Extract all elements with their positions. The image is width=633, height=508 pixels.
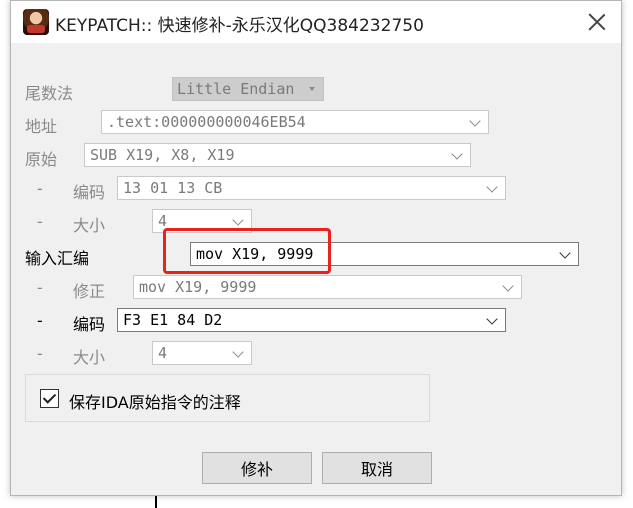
- chevron-down-icon[interactable]: [486, 313, 498, 325]
- fixup-label: 修正: [73, 282, 106, 301]
- chevron-down-icon[interactable]: [559, 247, 571, 259]
- address-label: 地址: [25, 117, 58, 136]
- fixup-value: mov X19, 9999: [139, 278, 257, 296]
- new-encoding-label: 编码: [73, 315, 106, 334]
- original-label: 原始: [25, 150, 58, 169]
- options-group: 保存IDA原始指令的注释: [25, 374, 430, 422]
- original-combo: SUB X19, X8, X19: [84, 143, 471, 167]
- chevron-down-icon: [486, 181, 498, 193]
- highlight-annotation: [163, 228, 331, 274]
- new-size-dash: -: [37, 344, 43, 363]
- address-value: .text:000000000046EB54: [107, 113, 306, 131]
- save-comment-label[interactable]: 保存IDA原始指令的注释: [69, 389, 241, 413]
- new-encoding-dash: -: [37, 311, 43, 330]
- close-icon[interactable]: [587, 12, 607, 32]
- orig-size-label: 大小: [73, 216, 106, 235]
- app-avatar-icon: [23, 9, 49, 35]
- patch-button[interactable]: 修补: [202, 452, 312, 484]
- chevron-down-icon: [502, 280, 514, 292]
- title-bar: KEYPATCH:: 快速修补-永乐汉化QQ384232750: [11, 1, 621, 43]
- chevron-down-icon: [232, 214, 244, 226]
- chevron-down-icon: [451, 148, 463, 160]
- chevron-down-icon: [469, 115, 481, 127]
- orig-size-dash: -: [37, 212, 43, 231]
- orig-encoding-dash: -: [37, 179, 43, 198]
- endian-value: Little Endian: [177, 80, 295, 98]
- new-encoding-combo[interactable]: F3 E1 84 D2: [117, 308, 506, 332]
- assembly-label: 输入汇编: [25, 249, 90, 268]
- address-combo: .text:000000000046EB54: [101, 110, 489, 134]
- chevron-down-icon: [232, 346, 244, 358]
- orig-encoding-label: 编码: [73, 183, 106, 202]
- chevron-down-icon: [309, 87, 315, 91]
- endian-label: 尾数法: [25, 84, 74, 103]
- cancel-button[interactable]: 取消: [322, 452, 432, 484]
- endian-select: Little Endian: [172, 77, 324, 101]
- fixup-dash: -: [37, 278, 43, 297]
- fixup-combo: mov X19, 9999: [133, 275, 522, 299]
- original-value: SUB X19, X8, X19: [90, 146, 235, 164]
- new-encoding-value: F3 E1 84 D2: [123, 311, 223, 329]
- save-comment-checkbox[interactable]: [40, 389, 59, 408]
- keypatch-dialog: KEYPATCH:: 快速修补-永乐汉化QQ384232750 尾数法 Litt…: [10, 0, 622, 496]
- new-size-combo: 4: [152, 341, 252, 365]
- orig-encoding-value: 13 01 13 CB: [123, 179, 223, 197]
- orig-encoding-combo: 13 01 13 CB: [117, 176, 506, 200]
- new-size-value: 4: [158, 344, 168, 362]
- window-title: KEYPATCH:: 快速修补-永乐汉化QQ384232750: [55, 16, 424, 36]
- new-size-label: 大小: [73, 348, 106, 367]
